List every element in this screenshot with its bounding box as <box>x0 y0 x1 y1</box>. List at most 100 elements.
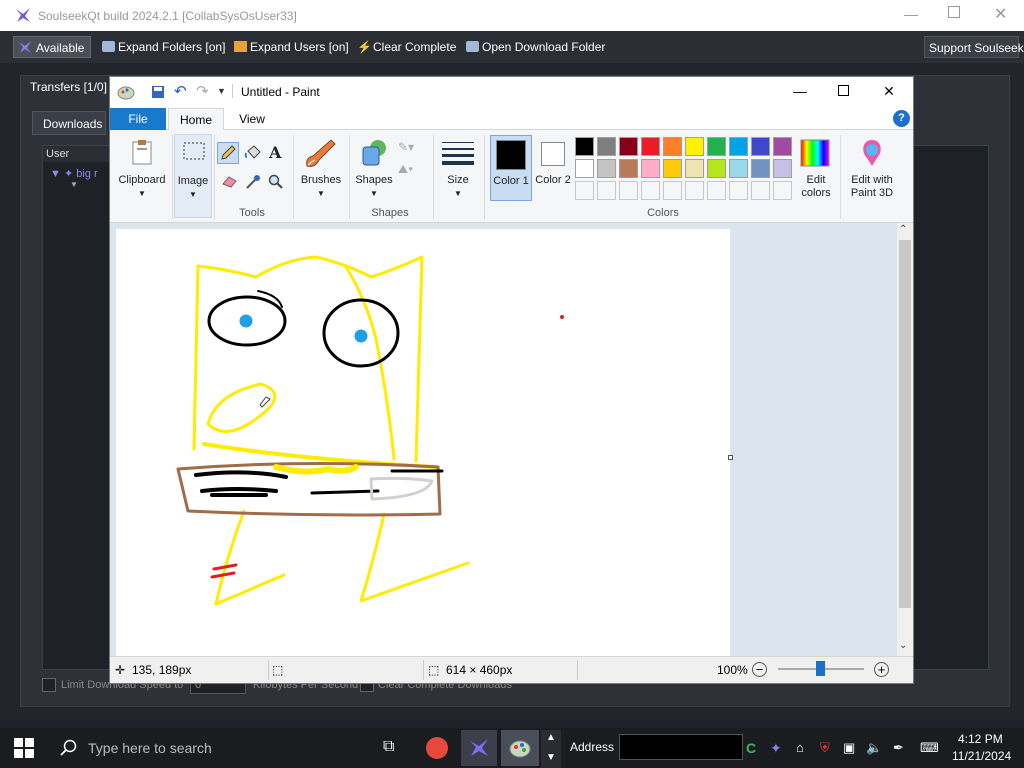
drawing-canvas[interactable] <box>116 229 730 656</box>
palette-color-swatch[interactable] <box>729 159 748 178</box>
tab-view[interactable]: View <box>230 108 274 130</box>
column-header-user[interactable]: User <box>43 146 113 162</box>
palette-color-swatch[interactable] <box>751 137 770 156</box>
tray-pen-icon[interactable]: ✒ <box>893 740 904 756</box>
custom-color-slot[interactable] <box>641 181 660 200</box>
brushes-button[interactable]: Brushes ▼ <box>297 134 345 198</box>
fill-icon[interactable]: ⛰▾ <box>398 162 413 177</box>
child-expand-arrow-icon[interactable]: ▼ <box>70 180 78 189</box>
edit-with-paint3d-button[interactable]: Edit with Paint 3D <box>844 134 900 200</box>
clipboard-button[interactable]: Clipboard ▼ <box>114 134 170 198</box>
text-tool-icon[interactable]: A <box>269 143 281 162</box>
windows-start-icon[interactable] <box>14 738 34 758</box>
address-input[interactable] <box>619 734 743 760</box>
scroll-down-arrow-icon[interactable]: ⌄ <box>899 640 907 651</box>
redo-icon[interactable]: ↷ <box>196 82 209 100</box>
color-picker-icon[interactable] <box>245 174 261 190</box>
canvas-resize-handle[interactable] <box>728 455 733 460</box>
undo-icon[interactable]: ↶ <box>174 82 187 100</box>
taskbar-scroll-up-icon[interactable]: ▲ <box>546 732 556 743</box>
image-button[interactable]: Image ▼ <box>174 134 212 218</box>
tab-transfers[interactable]: Transfers [1/0] <box>22 76 108 98</box>
custom-color-slot[interactable] <box>619 181 638 200</box>
status-available-button[interactable]: Available <box>13 36 91 58</box>
eraser-icon[interactable] <box>221 174 239 188</box>
custom-color-slot[interactable] <box>597 181 616 200</box>
maximize-button[interactable] <box>948 6 960 18</box>
expand-users-button[interactable]: Expand Users [on] <box>232 36 349 58</box>
palette-color-swatch[interactable] <box>685 159 704 178</box>
palette-color-swatch[interactable] <box>575 137 594 156</box>
color1-button[interactable]: Color 1 <box>490 135 532 201</box>
size-button[interactable]: Size ▼ <box>438 134 478 198</box>
custom-color-slot[interactable] <box>575 181 594 200</box>
expand-folders-button[interactable]: Expand Folders [on] <box>100 36 225 58</box>
tray-keyboard-icon[interactable]: ⌨ <box>920 740 939 756</box>
custom-color-slot[interactable] <box>685 181 704 200</box>
palette-color-swatch[interactable] <box>597 159 616 178</box>
custom-color-slot[interactable] <box>707 181 726 200</box>
chrome-icon[interactable] <box>426 737 448 759</box>
palette-color-swatch[interactable] <box>597 137 616 156</box>
palette-color-swatch[interactable] <box>619 137 638 156</box>
tray-sync-icon[interactable]: C <box>746 740 756 756</box>
paint-minimize-button[interactable]: — <box>790 82 810 100</box>
palette-color-swatch[interactable] <box>575 159 594 178</box>
taskbar-scroll-down-icon[interactable]: ▼ <box>546 752 556 763</box>
minimize-button[interactable]: — <box>904 6 918 22</box>
clear-complete-button[interactable]: ⚡ Clear Complete <box>355 36 456 58</box>
scroll-up-arrow-icon[interactable]: ⌃ <box>899 224 907 235</box>
tray-volume-muted-icon[interactable]: 🔈 <box>866 740 882 756</box>
help-icon[interactable]: ? <box>893 110 910 127</box>
shapes-button[interactable]: Shapes ▼ <box>352 134 396 198</box>
palette-color-swatch[interactable] <box>707 137 726 156</box>
customize-quick-access-icon[interactable]: ▼ <box>217 86 226 96</box>
custom-color-slot[interactable] <box>751 181 770 200</box>
tab-file[interactable]: File <box>110 108 166 130</box>
tray-usb-icon[interactable]: ⌂ <box>796 740 804 755</box>
vertical-scroll-thumb[interactable] <box>899 240 911 608</box>
expand-arrow-icon[interactable]: ▼ <box>50 168 61 180</box>
open-download-folder-button[interactable]: Open Download Folder <box>464 36 605 58</box>
support-soulseek-button[interactable]: Support Soulseek! <box>924 36 1024 58</box>
tray-security-icon[interactable]: ⛨ <box>820 740 830 756</box>
zoom-in-button[interactable]: + <box>874 662 889 677</box>
custom-color-slot[interactable] <box>663 181 682 200</box>
palette-color-swatch[interactable] <box>773 159 792 178</box>
close-button[interactable]: ✕ <box>994 4 1007 24</box>
palette-color-swatch[interactable] <box>663 137 682 156</box>
zoom-slider-thumb[interactable] <box>816 661 825 676</box>
clock-time[interactable]: 4:12 PM <box>958 732 1003 746</box>
soulseek-bird-icon: ✦ <box>63 168 74 180</box>
tab-downloads[interactable]: Downloads <box>32 111 106 135</box>
save-icon[interactable] <box>151 85 165 99</box>
color2-button[interactable]: Color 2 <box>535 135 571 201</box>
tab-home[interactable]: Home <box>168 108 224 131</box>
custom-color-slot[interactable] <box>773 181 792 200</box>
tray-soulseek-icon[interactable]: ✦ <box>770 740 782 757</box>
palette-color-swatch[interactable] <box>773 137 792 156</box>
brushes-label: Brushes <box>300 174 342 186</box>
palette-color-swatch[interactable] <box>619 159 638 178</box>
edit-colors-button[interactable]: Edit colors <box>797 134 835 200</box>
fill-bucket-icon[interactable] <box>244 145 262 161</box>
taskbar-search-input[interactable]: Type here to search <box>88 740 212 756</box>
magnifier-icon[interactable] <box>268 174 284 190</box>
table-row[interactable]: ▼ ✦ big r <box>50 167 98 180</box>
paint-close-button[interactable]: ✕ <box>879 82 899 100</box>
palette-color-swatch[interactable] <box>663 159 682 178</box>
custom-color-slot[interactable] <box>729 181 748 200</box>
paint-maximize-button[interactable] <box>838 85 849 96</box>
zoom-out-button[interactable]: − <box>752 662 767 677</box>
limit-speed-checkbox[interactable] <box>42 678 56 692</box>
clock-date[interactable]: 11/21/2024 <box>952 749 1011 763</box>
palette-color-swatch[interactable] <box>729 137 748 156</box>
tray-network-icon[interactable]: ▣ <box>843 740 855 756</box>
palette-color-swatch[interactable] <box>641 159 660 178</box>
palette-color-swatch[interactable] <box>707 159 726 178</box>
palette-color-swatch[interactable] <box>751 159 770 178</box>
palette-color-swatch[interactable] <box>641 137 660 156</box>
task-view-icon[interactable]: ⧉ <box>383 738 394 756</box>
palette-color-swatch[interactable] <box>685 137 704 156</box>
outline-icon[interactable]: ✎▾ <box>398 140 414 154</box>
